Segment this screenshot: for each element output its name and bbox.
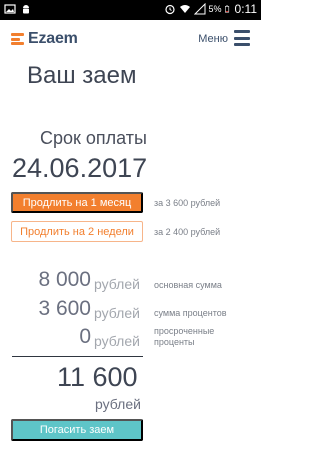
brand-logo[interactable]: Ezaem	[11, 30, 78, 48]
overdue-interest-description: просроченные проценты	[154, 326, 215, 347]
overdue-interest-unit: рублей	[94, 333, 140, 349]
alarm-icon	[164, 4, 175, 15]
status-bar: 5% 0:11	[0, 0, 261, 20]
wifi-icon	[179, 5, 190, 13]
total-divider	[12, 356, 143, 357]
extend-1-month-price: за 3 600 рублей	[154, 198, 221, 208]
overdue-interest-amount: 0	[79, 325, 91, 348]
total-amount: 11 600	[57, 362, 138, 392]
extend-2-weeks-button[interactable]: Продлить на 2 недели	[11, 221, 143, 242]
interest-amount: 3 600	[38, 297, 91, 320]
menu-label[interactable]: Меню	[198, 33, 228, 45]
repay-loan-button[interactable]: Погасить заем	[11, 419, 143, 441]
app-header: Ezaem Меню	[0, 24, 261, 54]
principal-description: основная сумма	[154, 280, 222, 290]
page-title: Ваш заем	[27, 62, 137, 89]
due-date-label: Срок оплаты	[40, 128, 147, 148]
principal-unit: рублей	[94, 276, 140, 292]
brand-name: Ezaem	[28, 30, 78, 47]
battery-percent: 5%	[208, 4, 222, 14]
logo-icon	[11, 33, 24, 45]
interest-unit: рублей	[94, 305, 140, 321]
interest-description: сумма процентов	[154, 308, 227, 318]
status-bar-left	[4, 3, 32, 15]
no-signal-icon	[193, 3, 206, 15]
status-bar-right: 5% 0:11	[164, 2, 257, 16]
extend-2-weeks-price: за 2 400 рублей	[154, 227, 221, 237]
due-date-value: 24.06.2017	[12, 153, 148, 183]
total-unit: рублей	[95, 396, 141, 412]
clock: 0:11	[234, 2, 257, 16]
principal-amount: 8 000	[38, 268, 91, 291]
extend-1-month-button[interactable]: Продлить на 1 месяц	[11, 192, 143, 213]
hamburger-menu-icon[interactable]	[234, 30, 250, 46]
android-icon	[23, 5, 29, 14]
image-icon	[4, 4, 16, 14]
battery-icon	[224, 5, 229, 13]
